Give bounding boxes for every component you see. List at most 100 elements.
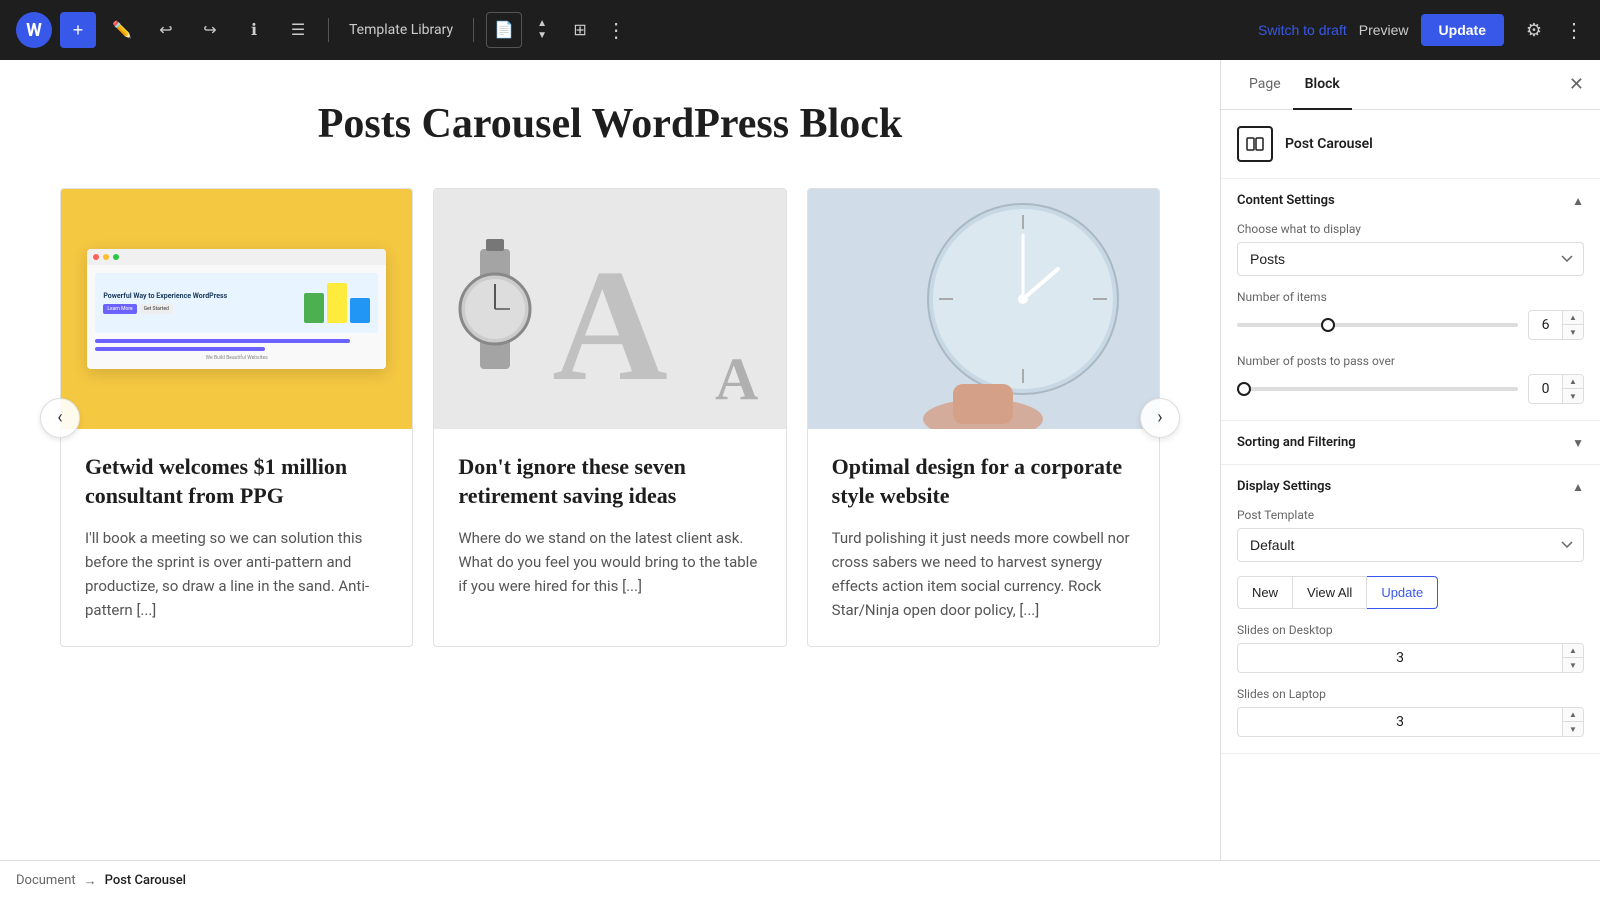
num-items-slider-thumb[interactable] — [1321, 318, 1335, 332]
editor-area: Posts Carousel WordPress Block ‹ › — [0, 60, 1220, 860]
num-items-input[interactable]: 6 ▲ ▼ — [1528, 310, 1584, 340]
slides-laptop-field: Slides on Laptop 3 ▲ ▼ — [1237, 687, 1584, 737]
carousel-next-button[interactable]: › — [1140, 398, 1180, 438]
wordpress-logo[interactable]: W — [16, 12, 52, 48]
mock-btn-1: Learn More — [103, 304, 136, 314]
sorting-filtering-header[interactable]: Sorting and Filtering ▼ — [1221, 421, 1600, 464]
num-offset-down[interactable]: ▼ — [1563, 389, 1583, 403]
update-template-button[interactable]: Update — [1367, 576, 1438, 609]
card-3-title: Optimal design for a corporate style web… — [832, 453, 1135, 510]
card-2-image: A A — [434, 189, 785, 429]
arrow-down-icon: ▼ — [537, 30, 547, 42]
slides-laptop-up[interactable]: ▲ — [1563, 708, 1583, 722]
sidebar: Page Block ✕ Post Carousel Content Setti… — [1220, 60, 1600, 860]
fullscreen-button[interactable]: ⊞ — [562, 12, 598, 48]
num-offset-up[interactable]: ▲ — [1563, 375, 1583, 389]
num-offset-label: Number of posts to pass over — [1237, 354, 1584, 368]
more-options-button[interactable]: ⋮ — [606, 18, 626, 43]
num-offset-slider-thumb[interactable] — [1237, 382, 1251, 396]
slides-laptop-input[interactable]: 3 ▲ ▼ — [1237, 707, 1584, 737]
num-offset-slider-track[interactable] — [1237, 387, 1518, 391]
carousel-card-1: Powerful Way to Experience WordPress Lea… — [60, 188, 413, 647]
template-library-link[interactable]: Template Library — [341, 22, 461, 38]
card-3-excerpt: Turd polishing it just needs more cowbel… — [832, 526, 1135, 622]
carousel-card-2: A A Don't ignore these seven retirement … — [433, 188, 786, 647]
num-offset-control: 0 ▲ ▼ — [1237, 374, 1584, 404]
carousel-cards: Powerful Way to Experience WordPress Lea… — [60, 188, 1160, 647]
display-settings-chevron: ▲ — [1572, 480, 1584, 494]
block-navigation-arrows[interactable]: ▲ ▼ — [530, 12, 554, 48]
settings-button[interactable]: ⚙ — [1516, 12, 1552, 48]
view-all-templates-button[interactable]: View All — [1293, 576, 1367, 609]
dot-green — [113, 254, 119, 260]
sorting-filtering-section: Sorting and Filtering ▼ — [1221, 421, 1600, 465]
details-button[interactable]: ℹ — [236, 12, 272, 48]
mock-hero: Powerful Way to Experience WordPress Lea… — [95, 273, 378, 333]
tab-block[interactable]: Block — [1293, 60, 1352, 110]
mock-characters — [304, 283, 370, 323]
slides-laptop-label: Slides on Laptop — [1237, 687, 1584, 701]
post-template-select[interactable]: Default Custom — [1237, 528, 1584, 562]
content-settings-chevron: ▲ — [1572, 194, 1584, 208]
card-1-excerpt: I'll book a meeting so we can solution t… — [85, 526, 388, 622]
add-block-button[interactable]: + — [60, 12, 96, 48]
new-template-button[interactable]: New — [1237, 576, 1293, 609]
topbar-more-button[interactable]: ⋮ — [1564, 18, 1584, 43]
carousel-prev-button[interactable]: ‹ — [40, 398, 80, 438]
num-items-control: 6 ▲ ▼ — [1237, 310, 1584, 340]
slides-desktop-up[interactable]: ▲ — [1563, 644, 1583, 658]
breadcrumb-parent[interactable]: Document — [16, 873, 76, 888]
svg-text:A: A — [552, 236, 668, 414]
sorting-filtering-chevron: ▼ — [1572, 436, 1584, 450]
card-1-body: Getwid welcomes $1 million consultant fr… — [61, 429, 412, 646]
tab-page[interactable]: Page — [1237, 60, 1293, 110]
slides-desktop-input[interactable]: 3 ▲ ▼ — [1237, 643, 1584, 673]
content-settings-section: Content Settings ▲ Choose what to displa… — [1221, 179, 1600, 421]
mock-hero-title: Powerful Way to Experience WordPress — [103, 292, 296, 300]
breadcrumb-current: Post Carousel — [105, 873, 186, 888]
carousel-card-3: Optimal design for a corporate style web… — [807, 188, 1160, 647]
slides-desktop-down[interactable]: ▼ — [1563, 658, 1583, 672]
sidebar-close-button[interactable]: ✕ — [1569, 60, 1584, 109]
slides-desktop-control: 3 ▲ ▼ — [1237, 643, 1584, 673]
topbar-divider-2 — [473, 18, 474, 42]
browser-content: Powerful Way to Experience WordPress Lea… — [87, 265, 386, 369]
slides-desktop-field: Slides on Desktop 3 ▲ ▼ — [1237, 623, 1584, 673]
redo-button[interactable]: ↪ — [192, 12, 228, 48]
num-items-spinners: ▲ ▼ — [1562, 311, 1583, 339]
num-offset-input[interactable]: 0 ▲ ▼ — [1528, 374, 1584, 404]
card-3-body: Optimal design for a corporate style web… — [808, 429, 1159, 646]
choose-display-select[interactable]: Posts Pages — [1237, 242, 1584, 276]
slides-laptop-down[interactable]: ▼ — [1563, 722, 1583, 736]
num-items-slider-track[interactable] — [1237, 323, 1518, 327]
display-settings-title: Display Settings — [1237, 479, 1331, 494]
switch-to-draft-button[interactable]: Switch to draft — [1258, 22, 1347, 38]
content-settings-content: Choose what to display Posts Pages Numbe… — [1221, 222, 1600, 420]
list-view-button[interactable]: ☰ — [280, 12, 316, 48]
block-title: Post Carousel — [1285, 136, 1373, 152]
num-items-up[interactable]: ▲ — [1563, 311, 1583, 325]
post-template-buttons: New View All Update — [1237, 576, 1584, 609]
slides-laptop-spinners: ▲ ▼ — [1562, 708, 1583, 736]
undo-button[interactable]: ↩ — [148, 12, 184, 48]
num-items-down[interactable]: ▼ — [1563, 325, 1583, 339]
svg-text:A: A — [715, 346, 758, 412]
num-items-value: 6 — [1529, 311, 1562, 339]
content-settings-header[interactable]: Content Settings ▲ — [1221, 179, 1600, 222]
topbar-divider-1 — [328, 18, 329, 42]
choose-display-field: Choose what to display Posts Pages — [1237, 222, 1584, 276]
card-1-illustration: Powerful Way to Experience WordPress Lea… — [87, 249, 386, 369]
wp-logo-letter: W — [26, 20, 42, 41]
preview-button[interactable]: Preview — [1359, 22, 1409, 38]
display-settings-header[interactable]: Display Settings ▲ — [1221, 465, 1600, 508]
slides-desktop-label: Slides on Desktop — [1237, 623, 1584, 637]
display-settings-content: Post Template Default Custom New View Al… — [1221, 508, 1600, 753]
document-overview-button[interactable]: 📄 — [486, 12, 522, 48]
display-settings-section: Display Settings ▲ Post Template Default… — [1221, 465, 1600, 754]
arrow-up-icon: ▲ — [537, 18, 547, 30]
update-button[interactable]: Update — [1421, 14, 1504, 46]
card-2-svg: A A — [450, 189, 770, 429]
mock-bar-1 — [95, 339, 349, 343]
tools-button[interactable]: ✏️ — [104, 12, 140, 48]
block-type-icon — [1237, 126, 1273, 162]
